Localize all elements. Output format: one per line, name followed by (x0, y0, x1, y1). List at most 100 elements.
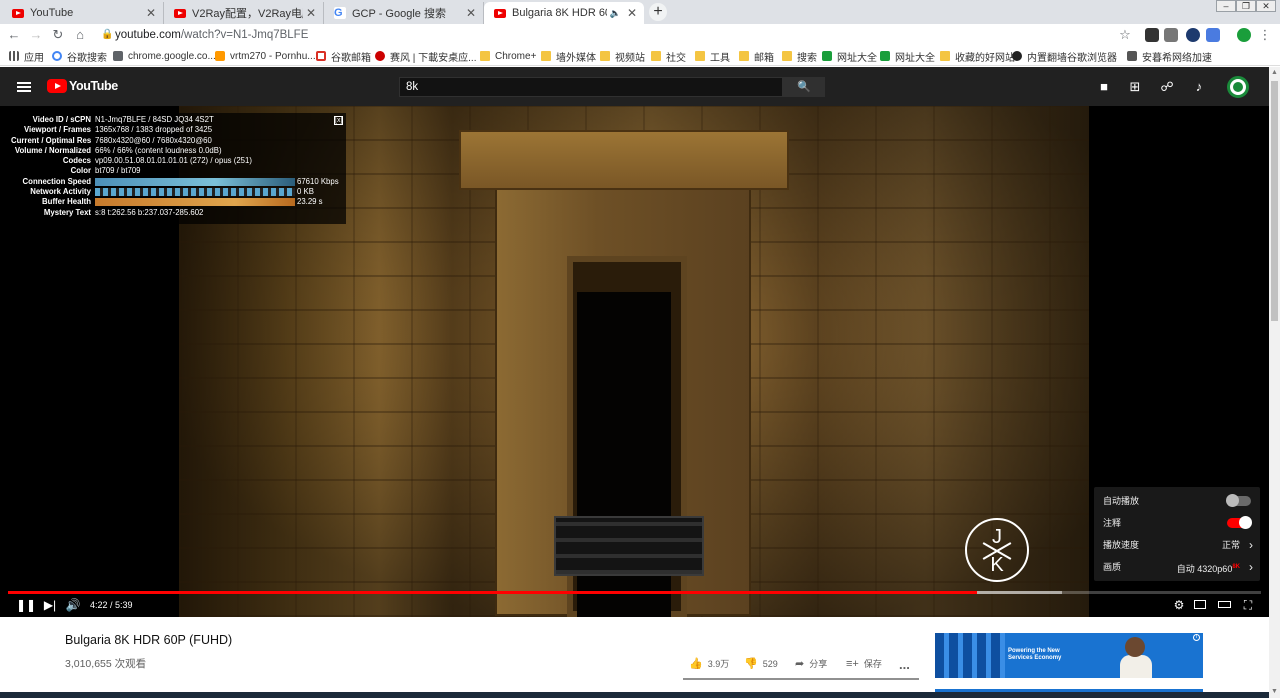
bookmark-item[interactable]: 搜索 (782, 49, 817, 64)
folder-icon (940, 51, 950, 61)
stats-row: Codecs vp09.00.51.08.01.01.01.01 (272) / … (11, 156, 342, 166)
stats-key: Connection Speed (22, 176, 91, 186)
stats-close-button[interactable]: [x] (334, 116, 343, 125)
reload-button[interactable]: ↻ (49, 26, 67, 44)
bookmarks-bar: 应用 谷歌搜索 chrome.google.co... vrtm270 - Pornh… (0, 46, 1280, 66)
progress-bar[interactable] (8, 591, 1261, 594)
notifications-bell-icon[interactable]: ♪ (1192, 80, 1206, 94)
channel-watermark-logo[interactable]: J K (965, 518, 1029, 582)
pause-button[interactable]: ❚❚ (16, 597, 36, 613)
video-player[interactable]: J K [x] Video ID / sCPN N1-Jmq7BLFE / 84S… (0, 106, 1269, 617)
next-button[interactable]: ▶| (43, 597, 57, 613)
bookmark-icon (880, 51, 890, 61)
share-button[interactable]: ➦ 分享 (795, 657, 827, 670)
bookmark-label: 视频站 (615, 52, 645, 64)
annotations-toggle[interactable] (1227, 516, 1252, 529)
bookmark-item[interactable]: 网址大全 (822, 49, 877, 64)
create-video-icon[interactable]: ■ (1097, 80, 1111, 94)
bookmark-label: 赛风 | 下載安桌应... (390, 52, 477, 64)
scroll-up-arrow[interactable]: ▲ (1269, 67, 1280, 79)
settings-autoplay[interactable]: 自动播放 (1094, 490, 1260, 512)
miniplayer-button[interactable] (1194, 600, 1206, 609)
bookmark-item[interactable]: 墙外媒体 (541, 49, 596, 64)
bookmark-label: 墙外媒体 (556, 52, 596, 64)
settings-quality[interactable]: 画质 自动 4320p608K › (1094, 556, 1260, 578)
bookmark-icon (113, 51, 123, 61)
more-actions-button[interactable]: ... (899, 657, 910, 672)
hamburger-menu-icon[interactable] (17, 82, 31, 92)
new-tab-button[interactable]: + (649, 3, 667, 21)
bookmark-icon (9, 51, 19, 61)
stats-row: Current / Optimal Res 7680x4320@60 / 7680… (11, 136, 342, 146)
settings-label: 画质 (1103, 562, 1122, 572)
theater-mode-button[interactable] (1218, 601, 1231, 608)
settings-gear-icon[interactable]: ⚙ (1171, 597, 1187, 613)
volume-button[interactable]: 🔊 (65, 597, 81, 613)
youtube-logo[interactable]: YouTube (47, 79, 118, 93)
save-button[interactable]: ≡+ 保存 (846, 657, 882, 670)
bookmark-star-icon[interactable]: ☆ (1116, 26, 1134, 44)
bookmark-item[interactable]: 视频站 (600, 49, 645, 64)
browser-tab[interactable]: G GCP - Google 搜索 ✕ (324, 2, 484, 24)
tab-close-icon[interactable]: ✕ (624, 6, 640, 20)
tab-close-icon[interactable]: ✕ (303, 6, 319, 20)
tab-title: V2Ray配置，V2Ray电脑使用教程 (192, 8, 303, 20)
bookmark-item[interactable]: 工具 (695, 49, 730, 64)
address-bar[interactable]: 🔒 youtube.com/watch?v=N1-Jmq7BLFE (97, 26, 1137, 44)
like-button[interactable]: 👍 3.9万 (689, 657, 729, 670)
avatar[interactable] (1227, 76, 1249, 98)
folder-icon (600, 51, 610, 61)
page-scrollbar[interactable]: ▲ ▼ (1269, 67, 1280, 698)
profile-icon[interactable] (1237, 28, 1251, 42)
tab-title: YouTube (30, 7, 74, 19)
search-button[interactable]: 🔍 (783, 77, 825, 97)
stats-key: Video ID / sCPN (32, 115, 91, 124)
search-icon: 🔍 (797, 81, 811, 93)
ad-info-icon[interactable]: i (1193, 634, 1200, 641)
minimize-button[interactable]: – (1216, 0, 1236, 12)
extension-icon[interactable] (1145, 28, 1159, 42)
bookmark-item[interactable]: 安暮希网络加速 (1127, 49, 1212, 64)
tab-close-icon[interactable]: ✕ (463, 6, 479, 20)
ad-banner[interactable]: Powering the New Services Economy i (935, 633, 1203, 678)
bookmark-item[interactable]: 内置翻墙谷歌浏览器 (1012, 49, 1117, 64)
messages-icon[interactable]: ☍ (1160, 80, 1174, 94)
browser-tab[interactable]: V2Ray配置，V2Ray电脑使用教程 ✕ (164, 2, 324, 24)
chevron-right-icon: › (1249, 538, 1253, 552)
home-button[interactable]: ⌂ (71, 26, 89, 44)
extension-icon[interactable] (1186, 28, 1200, 42)
stats-row: Color bt709 / bt709 (11, 166, 342, 176)
scroll-down-arrow[interactable]: ▼ (1269, 686, 1280, 698)
extension-icon[interactable] (1164, 28, 1178, 42)
scrollbar-thumb[interactable] (1271, 81, 1278, 321)
settings-annotations[interactable]: 注释 (1094, 512, 1260, 534)
bookmark-icon (375, 51, 385, 61)
bookmark-item[interactable]: 谷歌邮箱 (316, 49, 371, 64)
menu-icon[interactable]: ⋮ (1256, 26, 1274, 44)
restore-button[interactable]: ❐ (1236, 0, 1256, 12)
bookmark-item[interactable]: Chrome+ (480, 49, 536, 63)
apps-grid-icon[interactable]: ⊞ (1128, 80, 1142, 94)
bookmark-item[interactable]: chrome.google.co... (113, 49, 216, 63)
bookmark-item[interactable]: 应用 (9, 49, 44, 64)
back-button[interactable]: ← (5, 26, 23, 44)
bookmark-item[interactable]: 收藏的好网站 (940, 49, 1015, 64)
close-window-button[interactable]: ✕ (1256, 0, 1276, 12)
forward-button[interactable]: → (27, 26, 45, 44)
bookmark-item[interactable]: 社交 (651, 49, 686, 64)
stone-lintel (459, 130, 789, 190)
settings-playback-speed[interactable]: 播放速度 正常 › (1094, 534, 1260, 556)
tab-close-icon[interactable]: ✕ (143, 6, 159, 20)
search-input[interactable]: 8k (399, 77, 783, 97)
extension-icon[interactable] (1206, 28, 1220, 42)
bookmark-item[interactable]: 邮箱 (739, 49, 774, 64)
fullscreen-button[interactable]: ⛶ (1241, 597, 1255, 613)
dislike-button[interactable]: 👎 529 (744, 657, 778, 670)
autoplay-toggle[interactable] (1226, 494, 1251, 507)
bookmark-item[interactable]: 谷歌搜索 (52, 49, 107, 64)
browser-tab[interactable]: YouTube ✕ (2, 2, 164, 24)
bookmark-item[interactable]: 赛风 | 下載安桌应... (375, 49, 477, 64)
bookmark-item[interactable]: vrtm270 - Pornhu... (215, 49, 316, 63)
bookmark-item[interactable]: 网址大全 (880, 49, 935, 64)
browser-tab-active[interactable]: Bulgaria 8K HDR 60P (FUHD) 🔈 ✕ (484, 2, 644, 24)
